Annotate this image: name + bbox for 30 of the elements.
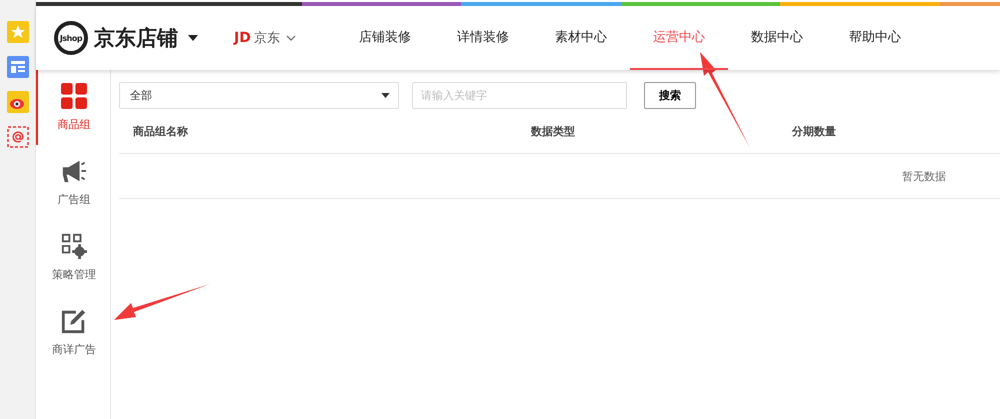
column-header: 商品组名称 (133, 124, 188, 138)
caret-icon (381, 93, 390, 98)
shop-logo: Jshop (54, 21, 88, 55)
nav-tab[interactable]: 数据中心 (728, 6, 826, 70)
sidebar-item[interactable]: 广告组 (36, 145, 110, 220)
search-button[interactable]: 搜索 (644, 82, 696, 109)
empty-message: 暂无数据 (902, 168, 946, 184)
column-header: 分期数量 (792, 124, 836, 138)
sidebar-item[interactable]: 商品组 (36, 70, 110, 145)
sidebar-item[interactable]: 策略管理 (36, 220, 110, 295)
nav-tab[interactable]: 素材中心 (532, 6, 630, 70)
chevron-icon[interactable] (286, 35, 296, 41)
site-name[interactable]: 京东 (254, 29, 280, 47)
site-abbreviation: JD (234, 30, 251, 46)
email-icon[interactable] (6, 126, 28, 148)
sidebar-item[interactable]: 商详广告 (36, 295, 110, 370)
eye-icon[interactable] (6, 91, 28, 113)
grid-icon (61, 83, 87, 109)
nav-tab[interactable]: 帮助中心 (826, 6, 924, 70)
megaphone-icon (61, 158, 87, 184)
layout-icon[interactable] (6, 56, 28, 78)
column-header: 数据类型 (531, 124, 575, 138)
nav-tab[interactable]: 详情装修 (434, 6, 532, 70)
shop-title[interactable]: 京东店铺 (94, 24, 178, 52)
settings-icon (61, 233, 87, 259)
edit-icon (61, 308, 87, 334)
keyword-input[interactable]: 请输入关键字 (412, 82, 627, 109)
nav-tab[interactable]: 店铺装修 (336, 6, 434, 70)
category-dropdown[interactable]: 全部 (119, 82, 399, 109)
caret-icon[interactable] (188, 35, 198, 41)
